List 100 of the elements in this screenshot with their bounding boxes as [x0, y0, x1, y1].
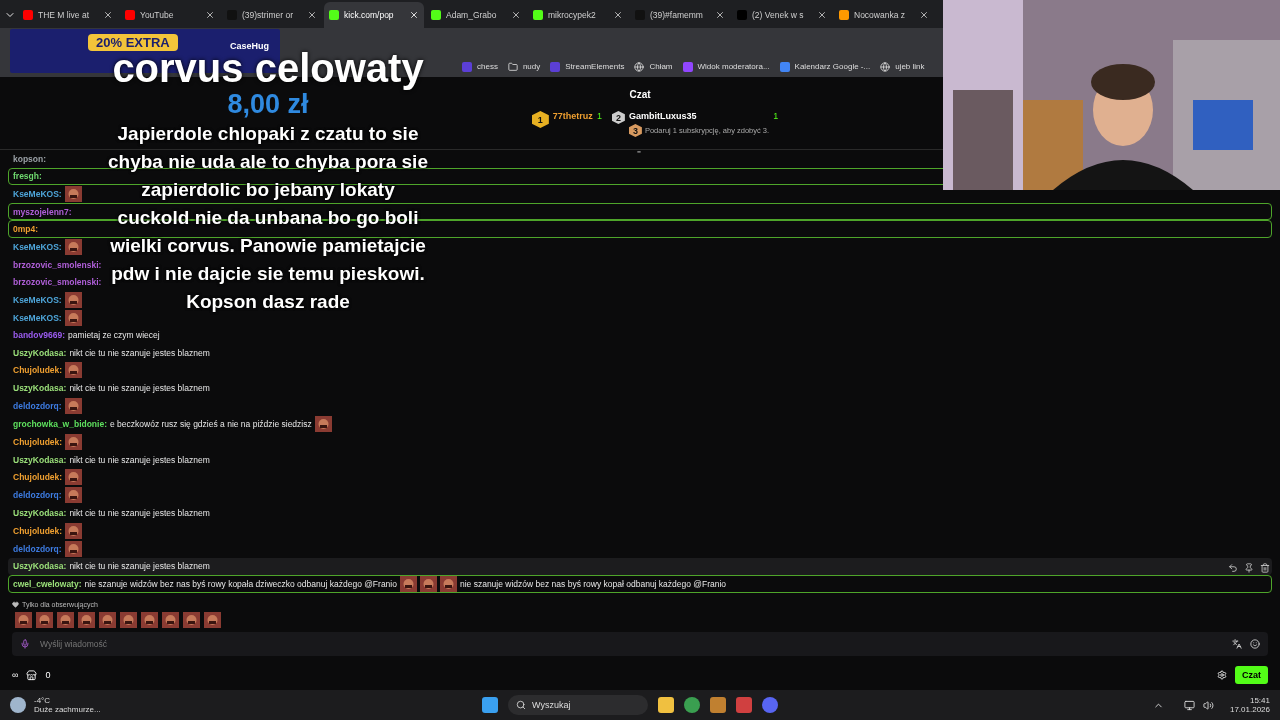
chat-username[interactable]: UszyKodasa:	[13, 383, 67, 394]
browser-tab[interactable]: YouTube	[120, 2, 220, 28]
message-input-bar[interactable]: Wyślij wiadomość	[12, 632, 1268, 656]
clock-time: 15:41	[1249, 696, 1270, 705]
chat-username[interactable]: brzozovic_smolenski:	[13, 276, 102, 287]
browser-tab[interactable]: Adam_Grabo	[426, 2, 526, 28]
close-icon[interactable]	[205, 10, 215, 20]
emote-icon	[64, 238, 82, 255]
emote-icon	[65, 433, 83, 450]
undo-icon[interactable]	[1228, 563, 1238, 573]
chat-username[interactable]: Chujoludek:	[13, 525, 63, 536]
message-text: nie szanuje widzów bez nas byś rowy kopała dziweczko odbanuj każdego @Franio	[84, 579, 397, 589]
message-text: nikt cie tu nie szanuje jestes blaznem	[69, 383, 210, 394]
emote-icon	[65, 522, 83, 539]
chat-username[interactable]: bandov9669:	[13, 330, 65, 341]
chat-username[interactable]: KseMeKOS:	[13, 189, 62, 200]
chat-username[interactable]: cwel_cwelowaty:	[13, 579, 82, 589]
chat-username[interactable]: Chujoludek:	[13, 472, 63, 483]
close-icon[interactable]	[409, 10, 419, 20]
chat-username[interactable]: deldozdorq:	[13, 400, 62, 411]
browser-tab[interactable]: mikrocypek2	[528, 2, 628, 28]
start-icon[interactable]	[482, 697, 498, 713]
chat-title: Czat	[629, 88, 651, 100]
chat-username[interactable]: kopson:	[13, 154, 47, 164]
chat-app-icon[interactable]	[762, 697, 778, 713]
message-text: e beczkowóz rusz się gdzieś a nie na piździe siedzisz	[110, 418, 312, 429]
chat-username[interactable]: UszyKodasa:	[13, 507, 67, 518]
emoji-icon[interactable]	[1250, 639, 1260, 649]
monitor-icon[interactable]	[1183, 699, 1195, 711]
chat-username[interactable]: brzozovic_smolenski:	[13, 259, 102, 270]
emote-icon	[57, 612, 74, 628]
browser-tab[interactable]: (39)strimer or	[222, 2, 322, 28]
volume-icon[interactable]	[1202, 699, 1214, 711]
chat-username[interactable]: myszojelenn7:	[13, 206, 72, 217]
chat-username[interactable]: deldozdorq:	[13, 490, 62, 501]
weather-text: Duże zachmurze...	[34, 705, 101, 714]
close-icon[interactable]	[817, 10, 827, 20]
site-icon	[23, 10, 33, 20]
bookmark[interactable]: ujeb link	[880, 61, 925, 72]
emote-icon	[65, 362, 83, 379]
send-button[interactable]: Czat	[1235, 666, 1268, 684]
pin-icon[interactable]	[1244, 563, 1254, 573]
settings-icon[interactable]	[1217, 670, 1227, 680]
chat-username[interactable]: KseMeKOS:	[13, 241, 62, 252]
weather-icon[interactable]	[10, 697, 26, 713]
ad-badge: 20% EXTRA	[88, 34, 178, 51]
browser-tab[interactable]: kick.com/pop	[324, 2, 424, 28]
gifter-name: 77thetruz	[552, 111, 593, 121]
chat-username[interactable]: KseMeKOS:	[13, 294, 62, 305]
rank-badge: 1	[531, 111, 549, 128]
browser-tab[interactable]: (2) Venek w s	[732, 2, 832, 28]
chat-username[interactable]: UszyKodasa:	[13, 347, 67, 358]
points-count[interactable]: ∞	[12, 670, 19, 680]
close-icon[interactable]	[613, 10, 623, 20]
browser-tab[interactable]: Nocowanka z	[834, 2, 934, 28]
chat-username[interactable]: KseMeKOS:	[13, 312, 62, 323]
close-icon[interactable]	[919, 10, 929, 20]
chat-username[interactable]: Chujoludek:	[13, 436, 63, 447]
ad-brand: CaseHug	[230, 41, 269, 51]
emote-icon	[419, 576, 437, 592]
chat-username[interactable]: 0mp4:	[13, 224, 39, 235]
close-icon[interactable]	[307, 10, 317, 20]
store-icon[interactable]	[26, 669, 38, 681]
translate-icon[interactable]	[1232, 639, 1242, 649]
chat-username[interactable]: Chujoludek:	[13, 365, 63, 376]
site-icon	[682, 61, 693, 72]
close-icon[interactable]	[103, 10, 113, 20]
bookmark[interactable]: Widok moderatora...	[682, 61, 770, 72]
message-text: pamietaj ze czym wiecej	[67, 330, 160, 341]
chat-username[interactable]: UszyKodasa:	[13, 561, 67, 572]
close-icon[interactable]	[715, 10, 725, 20]
bookmark[interactable]: chess	[462, 61, 498, 72]
message-input[interactable]: Wyślij wiadomość	[38, 638, 1224, 650]
message-text: nikt cie tu nie szanuje jestes blaznem	[69, 561, 210, 572]
bookmark[interactable]: StreamElements	[550, 61, 625, 72]
site-icon	[329, 10, 339, 20]
chat-username[interactable]: deldozdorq:	[13, 543, 62, 554]
site-icon	[462, 61, 472, 72]
emote-icon	[64, 397, 82, 414]
chat-username[interactable]: grochowka_w_bidonie:	[13, 418, 107, 429]
chat-username[interactable]: UszyKodasa:	[13, 454, 67, 465]
taskbar-search[interactable]: Wyszukaj	[508, 695, 648, 715]
rank-badge: 2	[611, 111, 625, 124]
store-count: 0	[45, 670, 51, 680]
site-icon	[839, 10, 849, 20]
bookmark[interactable]: Kalendarz Google -...	[779, 61, 871, 72]
search-icon	[516, 700, 526, 710]
browser-tab[interactable]: THE M live at	[18, 2, 118, 28]
browser-icon[interactable]	[684, 697, 700, 713]
emote-icon	[141, 612, 158, 628]
globe-icon	[634, 61, 645, 72]
bookmark[interactable]: Chłam	[634, 61, 673, 72]
rank-badge: 3	[628, 124, 642, 137]
close-icon[interactable]	[511, 10, 521, 20]
browser-tab[interactable]: (39)#famemm	[630, 2, 730, 28]
trash-icon[interactable]	[1260, 563, 1270, 573]
bookmark[interactable]: nudy	[507, 61, 541, 72]
emote-icon	[64, 291, 82, 308]
mic-icon[interactable]	[20, 639, 30, 649]
chat-username[interactable]: fresgh:	[13, 171, 42, 182]
